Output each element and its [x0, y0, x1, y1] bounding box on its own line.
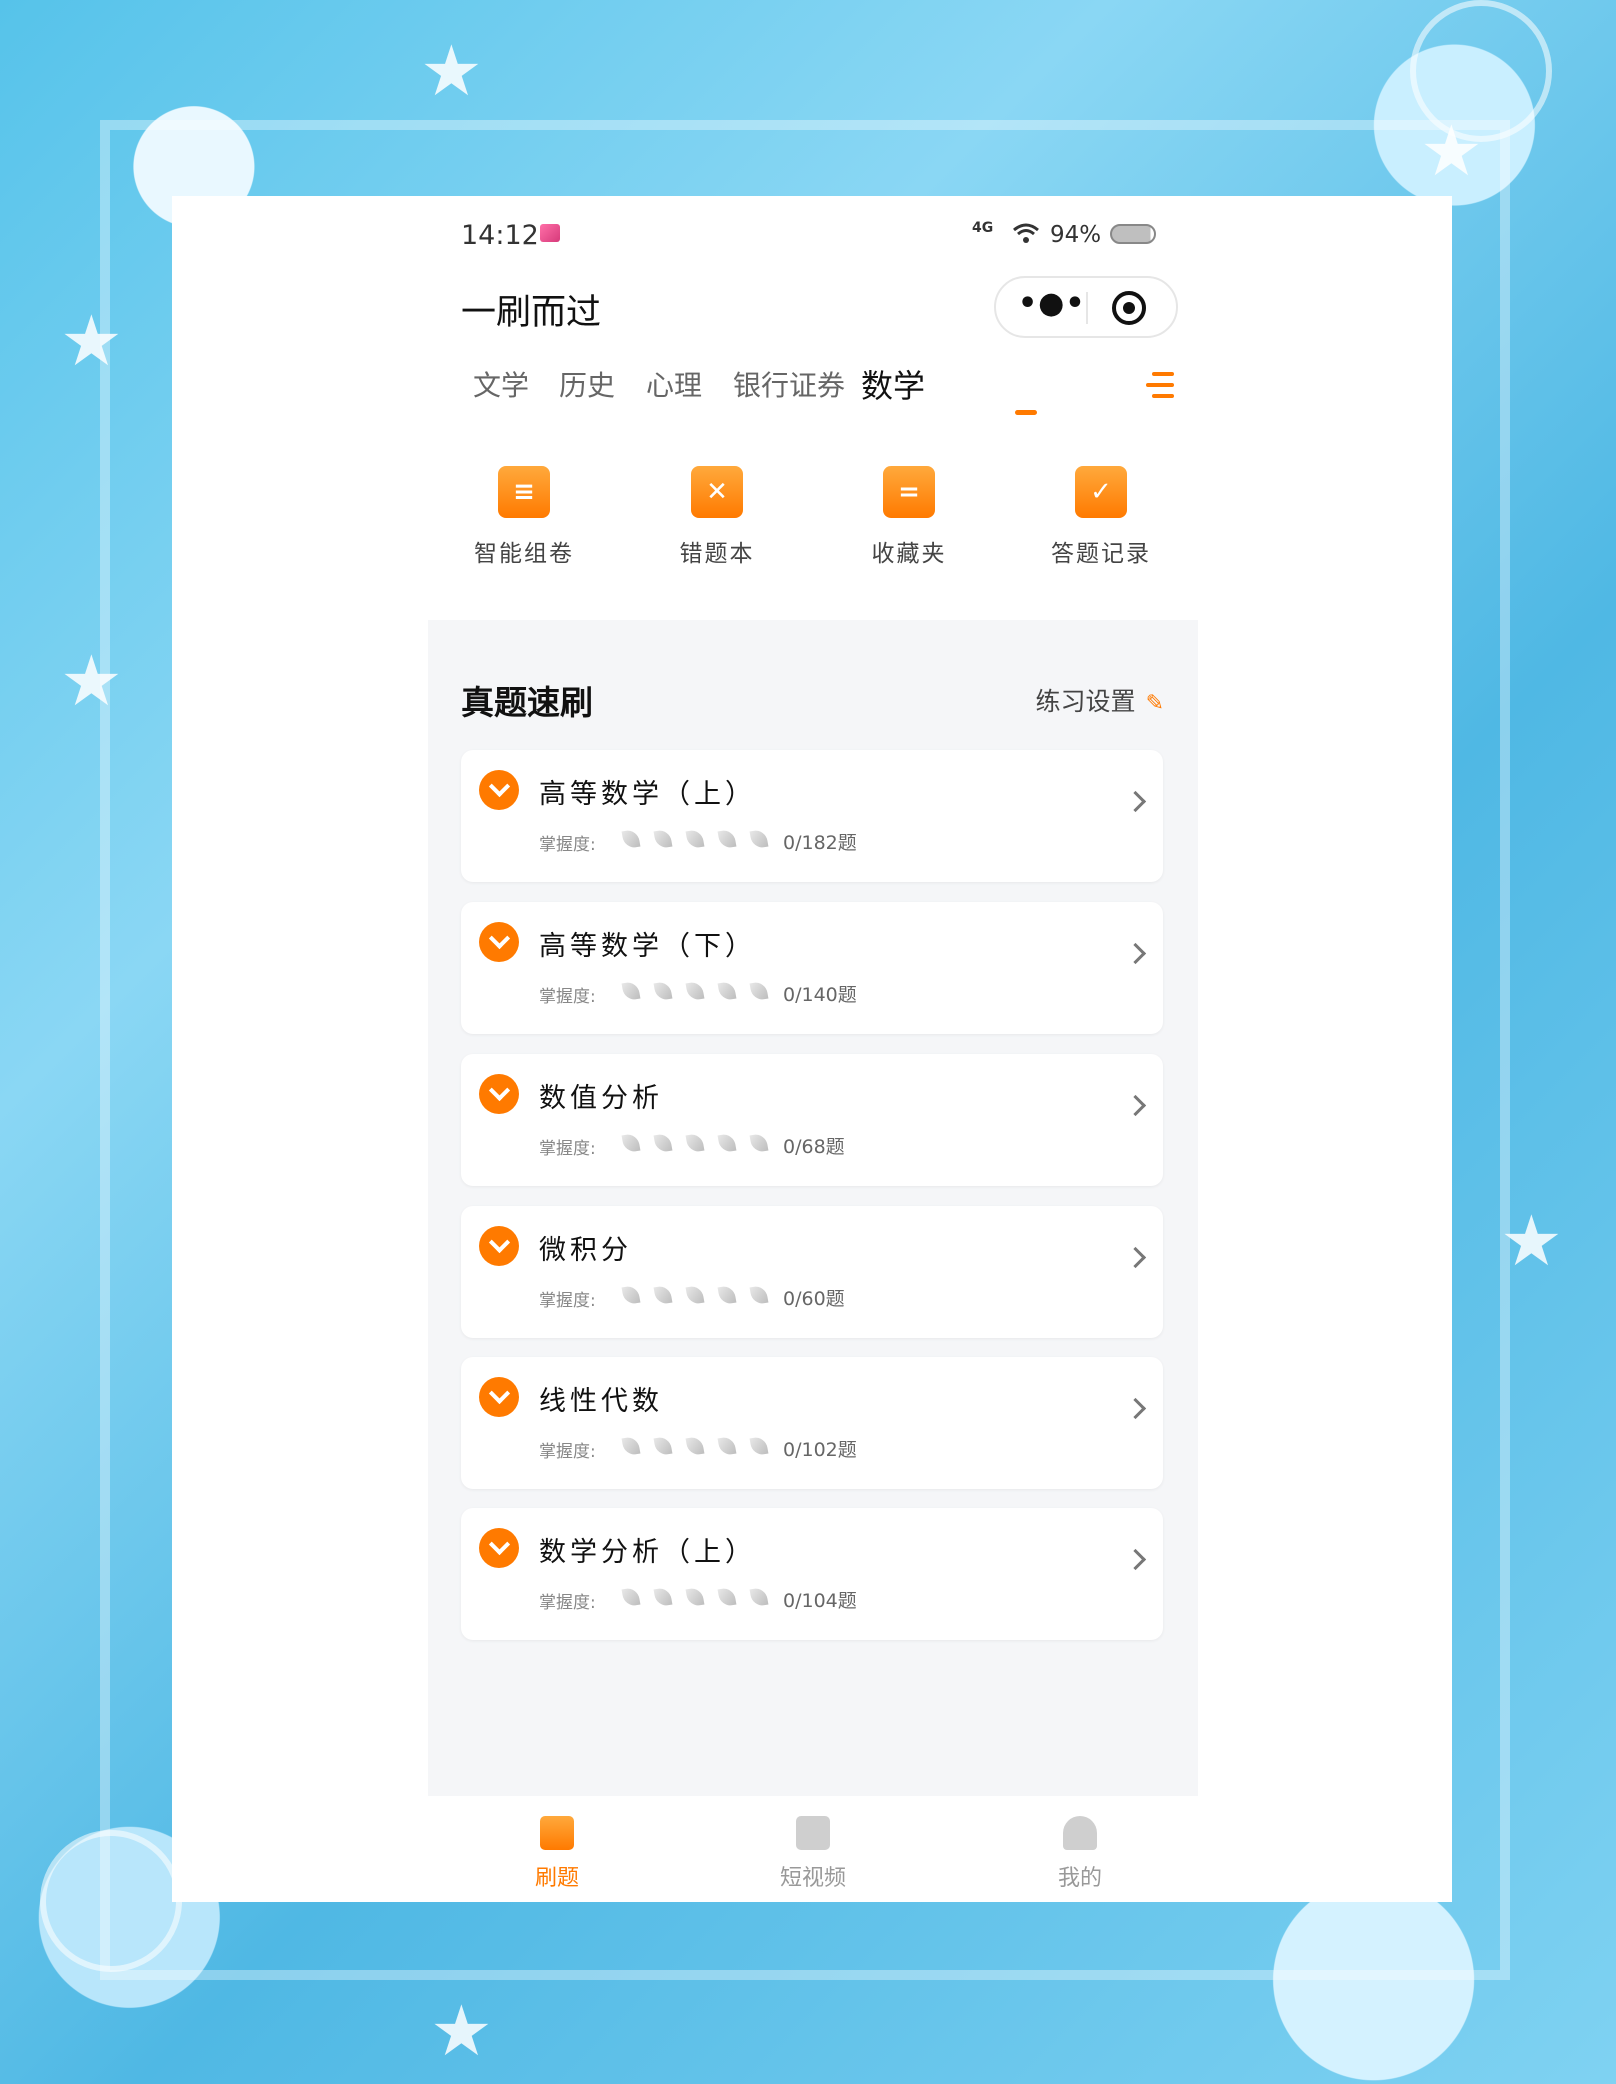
mastery-label: 掌握度:: [539, 835, 596, 855]
wifi-icon: [1013, 223, 1039, 243]
close-miniprogram-icon[interactable]: [1112, 291, 1146, 325]
phone-screenshot: 14:12 4G 94% 一刷而过 •●• 文学 历史 心理 银行证券 数学 ≡…: [172, 196, 1452, 1902]
answer-history-button[interactable]: ✓ 答题记录: [1021, 466, 1181, 568]
more-icon[interactable]: •●•: [1018, 289, 1085, 323]
nav-label: 短视频: [779, 1866, 846, 1891]
pencil-icon: ✎: [1145, 691, 1164, 716]
nav-label: 我的: [1057, 1866, 1102, 1891]
list-item[interactable]: 数学分析（上） 掌握度: 0/104题: [461, 1508, 1163, 1640]
quick-action-label: 收藏夹: [871, 541, 947, 567]
bottom-nav: 刷题 短视频 我的: [428, 1796, 1198, 1902]
question-count: 0/68题: [783, 1136, 845, 1158]
chevron-right-icon: [1124, 1246, 1147, 1269]
practice-icon: [540, 1816, 574, 1850]
network-indicator: 4G: [972, 220, 994, 236]
list-item[interactable]: 高等数学（上） 掌握度: 0/182题: [461, 750, 1163, 882]
question-count: 0/104题: [783, 1590, 857, 1612]
list-item[interactable]: 线性代数 掌握度: 0/102题: [461, 1357, 1163, 1489]
item-name: 数值分析: [539, 1083, 663, 1114]
capsule-divider: [1086, 292, 1088, 324]
profile-icon: [1063, 1816, 1097, 1850]
mastery-label: 掌握度:: [539, 1139, 596, 1159]
nav-practice[interactable]: 刷题: [497, 1816, 617, 1892]
mastery-leaves-icon: [621, 1586, 783, 1608]
practice-settings-label: 练习设置: [1035, 687, 1136, 716]
chevron-right-icon: [1124, 1397, 1147, 1420]
mastery-leaves-icon: [621, 1132, 783, 1154]
notification-icon: [540, 224, 560, 242]
status-time: 14:12: [461, 220, 539, 251]
category-menu-icon[interactable]: [1146, 372, 1174, 400]
list-item[interactable]: 数值分析 掌握度: 0/68题: [461, 1054, 1163, 1186]
calendar-check-icon: ✓: [1075, 466, 1127, 518]
nav-label: 刷题: [534, 1866, 579, 1891]
check-icon: [479, 922, 519, 962]
favorites-button[interactable]: = 收藏夹: [829, 466, 989, 568]
check-icon: [479, 1074, 519, 1114]
app-title: 一刷而过: [461, 293, 602, 333]
miniprogram-capsule: •●•: [994, 276, 1178, 338]
check-icon: [479, 770, 519, 810]
category-tabs: 文学 历史 心理 银行证券 数学: [460, 364, 1180, 424]
tab-literature[interactable]: 文学: [473, 364, 529, 404]
star-decoration-icon: ★: [430, 1990, 493, 2072]
section-title: 真题速刷: [461, 683, 593, 722]
chevron-right-icon: [1124, 942, 1147, 965]
item-name: 高等数学（下）: [539, 931, 756, 962]
mastery-leaves-icon: [621, 1284, 783, 1306]
quick-action-label: 答题记录: [1051, 541, 1151, 567]
check-icon: [479, 1528, 519, 1568]
mastery-label: 掌握度:: [539, 1593, 596, 1613]
question-count: 0/102题: [783, 1439, 857, 1461]
chevron-right-icon: [1124, 1548, 1147, 1571]
mastery-label: 掌握度:: [539, 1291, 596, 1311]
item-name: 线性代数: [539, 1386, 663, 1417]
tab-banking-securities[interactable]: 银行证券: [733, 364, 845, 404]
mastery-label: 掌握度:: [539, 1442, 596, 1462]
status-bar: 14:12 4G 94%: [172, 196, 1452, 276]
smart-paper-button[interactable]: ≡ 智能组卷: [444, 466, 604, 568]
mastery-label: 掌握度:: [539, 987, 596, 1007]
check-icon: [479, 1377, 519, 1417]
chevron-right-icon: [1124, 1094, 1147, 1117]
practice-section: 真题速刷 练习设置 ✎ 高等数学（上） 掌握度: 0/182题 高等数学（下） 掌…: [428, 620, 1198, 1796]
quick-action-label: 智能组卷: [474, 541, 574, 567]
video-icon: [796, 1816, 830, 1850]
mastery-leaves-icon: [621, 1435, 783, 1457]
tab-history[interactable]: 历史: [559, 364, 615, 404]
wrong-book-icon: ✕: [691, 466, 743, 518]
tab-mathematics[interactable]: 数学: [861, 361, 925, 407]
list-item[interactable]: 微积分 掌握度: 0/60题: [461, 1206, 1163, 1338]
mastery-leaves-icon: [621, 828, 783, 850]
practice-settings-button[interactable]: 练习设置 ✎: [1036, 682, 1164, 718]
item-name: 数学分析（上）: [539, 1537, 756, 1568]
check-icon: [479, 1226, 519, 1266]
star-decoration-icon: ★: [420, 30, 483, 112]
wrong-questions-button[interactable]: ✕ 错题本: [637, 466, 797, 568]
active-tab-indicator: [1015, 410, 1037, 415]
list-item[interactable]: 高等数学（下） 掌握度: 0/140题: [461, 902, 1163, 1034]
item-name: 微积分: [539, 1235, 632, 1266]
chevron-right-icon: [1124, 790, 1147, 813]
nav-short-video[interactable]: 短视频: [753, 1816, 873, 1892]
question-count: 0/182题: [783, 832, 857, 854]
question-count: 0/60题: [783, 1288, 845, 1310]
document-icon: ≡: [498, 466, 550, 518]
item-name: 高等数学（上）: [539, 779, 756, 810]
question-count: 0/140题: [783, 984, 857, 1006]
tab-psychology[interactable]: 心理: [646, 364, 702, 404]
mastery-leaves-icon: [621, 980, 783, 1002]
quick-action-label: 错题本: [679, 541, 755, 567]
folder-icon: =: [883, 466, 935, 518]
battery-icon: [1110, 224, 1156, 244]
nav-mine[interactable]: 我的: [1020, 1816, 1140, 1892]
battery-percentage: 94%: [1050, 222, 1102, 248]
